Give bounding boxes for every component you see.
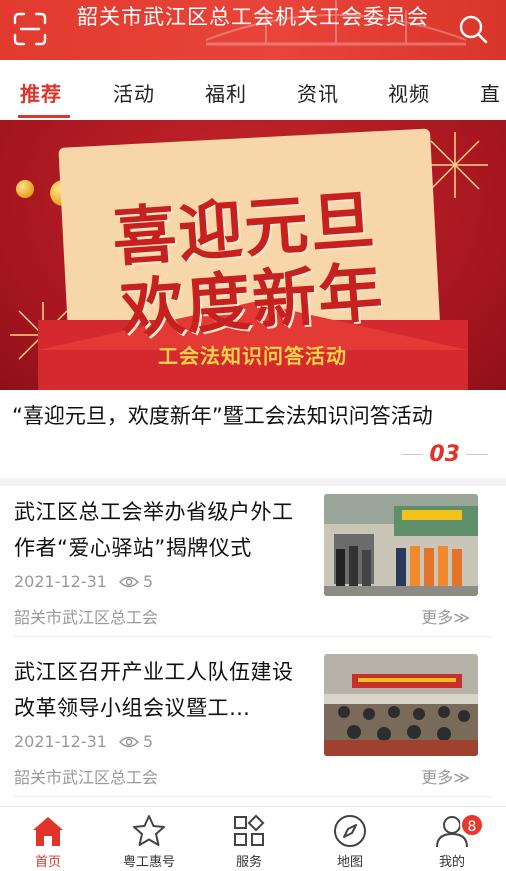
star-icon [133,815,165,846]
page-title: 韶关市武江区总工会机关工会委员会 [77,5,429,29]
news-views: 5 [142,732,154,751]
tab-activity[interactable]: 活动 [113,78,155,107]
banner-artwork: 喜迎元旦 欢度新年 工会法知识问答活动 [0,120,506,390]
banner-subtitle: 工会法知识问答活动 [158,344,347,368]
nav-map[interactable]: 地图 [310,813,390,870]
news-item[interactable]: 武江区总工会举办省级户外工作者“爱心驿站”揭牌仪式 2021-12-31 5 韶… [14,486,492,636]
pager-number: 03 [429,442,460,467]
notification-badge: 8 [460,813,484,837]
news-views: 5 [142,572,154,591]
more-label: 更多 [421,768,454,787]
home-icon [33,817,63,846]
nav-label: 粤工惠号 [122,855,175,870]
banner-pager: 03 [401,442,488,467]
search-icon[interactable] [458,14,488,44]
category-tabs: 推荐 活动 福利 资讯 视频 直 [0,60,506,120]
eye-icon [118,736,139,747]
news-title: 武江区召开产业工人队伍建设改革领导小组会议暨工… [14,660,294,720]
nav-label: 我的 [438,855,465,870]
tab-recommend[interactable]: 推荐 [20,78,62,107]
app-page: 韶关市武江区总工会机关工会委员会 推荐 活动 福利 资讯 视频 直 喜迎元旦 欢… [0,0,506,871]
news-source: 韶关市武江区总工会 [14,768,159,787]
banner-caption[interactable]: “喜迎元旦，欢度新年”暨工会法知识问答活动 03 [0,390,506,476]
news-date: 2021-12-31 [14,572,107,591]
nav-yuegong[interactable]: 粤工惠号 [109,813,189,870]
more-label: 更多 [421,608,454,627]
section-separator [0,478,506,486]
nav-mine[interactable]: 我的 8 [412,813,492,870]
news-item[interactable]: 武江区召开产业工人队伍建设改革领导小组会议暨工… 2021-12-31 5 韶关 [14,646,492,796]
news-thumbnail [324,654,478,756]
app-header: 韶关市武江区总工会机关工会委员会 [0,0,506,60]
news-title: 武江区总工会举办省级户外工作者“爱心驿站”揭牌仪式 [14,500,294,560]
nav-label: 首页 [34,855,61,870]
tab-live[interactable]: 直 [480,78,501,107]
tab-video[interactable]: 视频 [388,78,430,107]
nav-home[interactable]: 首页 [8,813,88,870]
nav-label: 服务 [235,855,262,870]
news-meta: 2021-12-31 5 [14,572,153,591]
scan-icon[interactable] [13,12,47,46]
more-link[interactable]: 更多≫ [421,604,470,628]
news-meta: 2021-12-31 5 [14,732,153,751]
news-source: 韶关市武江区总工会 [14,608,159,627]
eye-icon [118,576,139,587]
banner-headline-2: 欢度新年 [118,255,387,349]
news-thumbnail [324,494,478,596]
list-divider [14,796,492,797]
banner-caption-text: “喜迎元旦，欢度新年”暨工会法知识问答活动 [12,404,433,428]
pager-line [401,454,424,455]
bottom-nav: 首页 粤工惠号 服务 地图 我的 8 [0,806,506,871]
tab-news[interactable]: 资讯 [297,78,339,107]
pager-line [466,454,488,455]
double-chevron-right-icon: ≫ [453,608,470,627]
compass-icon [334,815,366,847]
tab-welfare[interactable]: 福利 [205,78,247,107]
list-divider [14,636,492,637]
more-link[interactable]: 更多≫ [421,764,470,788]
grid-icon [234,814,265,846]
nav-label: 地图 [336,855,363,870]
double-chevron-right-icon: ≫ [453,768,470,787]
active-tab-indicator [18,115,70,118]
nav-service[interactable]: 服务 [209,813,289,870]
news-date: 2021-12-31 [14,732,107,751]
